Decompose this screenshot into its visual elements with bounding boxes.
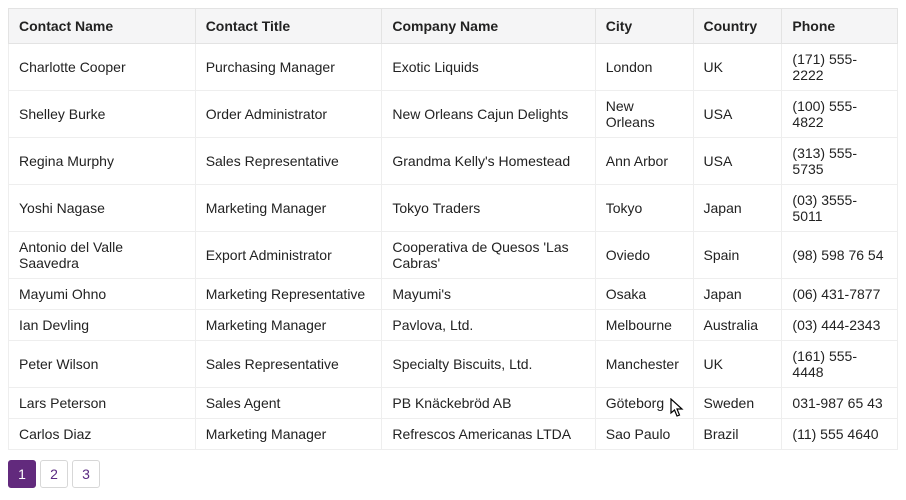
cell-contactTitle: Sales Representative [195, 138, 382, 185]
table-body: Charlotte CooperPurchasing ManagerExotic… [9, 44, 898, 450]
table-row[interactable]: Mayumi OhnoMarketing RepresentativeMayum… [9, 279, 898, 310]
cell-companyName: New Orleans Cajun Delights [382, 91, 595, 138]
cell-contactName: Regina Murphy [9, 138, 196, 185]
cell-contactName: Charlotte Cooper [9, 44, 196, 91]
cell-companyName: Specialty Biscuits, Ltd. [382, 341, 595, 388]
cell-contactTitle: Export Administrator [195, 232, 382, 279]
table-row[interactable]: Shelley BurkeOrder AdministratorNew Orle… [9, 91, 898, 138]
cell-companyName: Exotic Liquids [382, 44, 595, 91]
cell-contactTitle: Sales Agent [195, 388, 382, 419]
table-row[interactable]: Carlos DiazMarketing ManagerRefrescos Am… [9, 419, 898, 450]
col-header-contact-title[interactable]: Contact Title [195, 9, 382, 44]
cell-city: New Orleans [595, 91, 693, 138]
cell-phone: (98) 598 76 54 [782, 232, 898, 279]
col-header-company-name[interactable]: Company Name [382, 9, 595, 44]
cell-contactTitle: Order Administrator [195, 91, 382, 138]
cell-contactTitle: Marketing Manager [195, 419, 382, 450]
cell-phone: (313) 555-5735 [782, 138, 898, 185]
cell-country: Japan [693, 279, 782, 310]
table-row[interactable]: Antonio del Valle SaavedraExport Adminis… [9, 232, 898, 279]
col-header-phone[interactable]: Phone [782, 9, 898, 44]
cell-contactName: Yoshi Nagase [9, 185, 196, 232]
cell-city: Ann Arbor [595, 138, 693, 185]
col-header-city[interactable]: City [595, 9, 693, 44]
cell-contactTitle: Marketing Representative [195, 279, 382, 310]
cell-companyName: Refrescos Americanas LTDA [382, 419, 595, 450]
cell-contactName: Shelley Burke [9, 91, 196, 138]
suppliers-table: Contact Name Contact Title Company Name … [8, 8, 898, 450]
pager-page-1[interactable]: 1 [8, 460, 36, 488]
table-row[interactable]: Ian DevlingMarketing ManagerPavlova, Ltd… [9, 310, 898, 341]
cell-phone: 031-987 65 43 [782, 388, 898, 419]
cell-contactTitle: Marketing Manager [195, 185, 382, 232]
cell-city: Göteborg [595, 388, 693, 419]
cell-phone: (100) 555-4822 [782, 91, 898, 138]
cell-companyName: PB Knäckebröd AB [382, 388, 595, 419]
pager: 123 [8, 460, 898, 488]
cell-contactName: Lars Peterson [9, 388, 196, 419]
cell-city: Manchester [595, 341, 693, 388]
cell-city: London [595, 44, 693, 91]
cell-city: Oviedo [595, 232, 693, 279]
cell-country: Spain [693, 232, 782, 279]
cell-country: USA [693, 91, 782, 138]
cell-phone: (11) 555 4640 [782, 419, 898, 450]
cell-phone: (03) 3555-5011 [782, 185, 898, 232]
cell-country: Japan [693, 185, 782, 232]
cell-city: Tokyo [595, 185, 693, 232]
cell-contactName: Peter Wilson [9, 341, 196, 388]
table-header: Contact Name Contact Title Company Name … [9, 9, 898, 44]
cell-country: UK [693, 341, 782, 388]
cell-companyName: Pavlova, Ltd. [382, 310, 595, 341]
cell-companyName: Grandma Kelly's Homestead [382, 138, 595, 185]
table-row[interactable]: Charlotte CooperPurchasing ManagerExotic… [9, 44, 898, 91]
cell-contactName: Mayumi Ohno [9, 279, 196, 310]
pager-page-3[interactable]: 3 [72, 460, 100, 488]
cell-phone: (161) 555-4448 [782, 341, 898, 388]
cell-phone: (06) 431-7877 [782, 279, 898, 310]
cell-contactTitle: Marketing Manager [195, 310, 382, 341]
cell-contactTitle: Purchasing Manager [195, 44, 382, 91]
table-row[interactable]: Yoshi NagaseMarketing ManagerTokyo Trade… [9, 185, 898, 232]
cell-contactName: Carlos Diaz [9, 419, 196, 450]
cell-country: Brazil [693, 419, 782, 450]
table-row[interactable]: Peter WilsonSales RepresentativeSpecialt… [9, 341, 898, 388]
cell-contactTitle: Sales Representative [195, 341, 382, 388]
cell-city: Osaka [595, 279, 693, 310]
col-header-contact-name[interactable]: Contact Name [9, 9, 196, 44]
cell-companyName: Cooperativa de Quesos 'Las Cabras' [382, 232, 595, 279]
cell-contactName: Antonio del Valle Saavedra [9, 232, 196, 279]
table-row[interactable]: Lars PetersonSales AgentPB Knäckebröd AB… [9, 388, 898, 419]
cell-companyName: Tokyo Traders [382, 185, 595, 232]
col-header-country[interactable]: Country [693, 9, 782, 44]
pager-page-2[interactable]: 2 [40, 460, 68, 488]
cell-companyName: Mayumi's [382, 279, 595, 310]
cell-country: UK [693, 44, 782, 91]
cell-city: Sao Paulo [595, 419, 693, 450]
cell-phone: (171) 555-2222 [782, 44, 898, 91]
cell-country: Sweden [693, 388, 782, 419]
cell-phone: (03) 444-2343 [782, 310, 898, 341]
cell-contactName: Ian Devling [9, 310, 196, 341]
cell-country: Australia [693, 310, 782, 341]
cell-country: USA [693, 138, 782, 185]
cell-city: Melbourne [595, 310, 693, 341]
table-row[interactable]: Regina MurphySales RepresentativeGrandma… [9, 138, 898, 185]
